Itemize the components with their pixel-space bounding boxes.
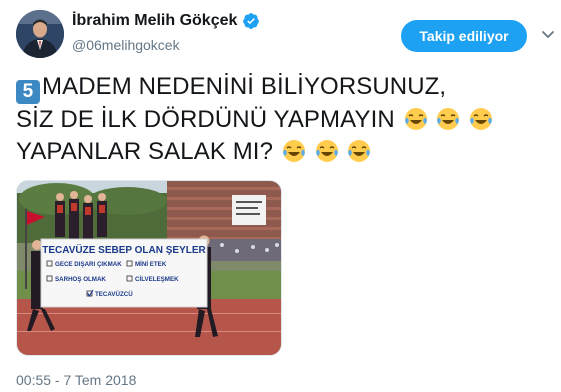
tweet-line-1-text: MADEM NEDENİNİ BİLİYORSUNUZ,	[42, 73, 447, 100]
tweet-line-3: YAPANLAR SALAK MI?	[16, 136, 546, 168]
verified-badge-icon	[243, 13, 260, 29]
banner-item-4: CİLVELEŞMEK	[135, 276, 179, 283]
tweet-text: 5 MADEM NEDENİNİ BİLİYORSUNUZ, SİZ DE İLK…	[16, 71, 546, 168]
tweet-line-2-text: SİZ DE İLK DÖRDÜNÜ YAPMAYIN	[16, 106, 395, 133]
tweet-line-1: 5 MADEM NEDENİNİ BİLİYORSUNUZ,	[16, 71, 546, 104]
avatar[interactable]	[16, 10, 64, 58]
chevron-down-icon[interactable]	[540, 26, 556, 42]
following-button[interactable]: Takip ediliyor	[401, 20, 527, 52]
tears-of-joy-emoji-icon	[315, 140, 338, 162]
banner-item-5: TECAVÜZCÜ	[95, 291, 133, 298]
tears-of-joy-emoji-icon	[470, 108, 493, 130]
display-name[interactable]: İbrahim Melih Gökçek	[72, 12, 237, 30]
tears-of-joy-emoji-icon	[437, 108, 460, 130]
banner-title: TECAVÜZE SEBEP OLAN ŞEYLER	[42, 243, 206, 256]
tears-of-joy-emoji-icon	[404, 108, 427, 130]
keycap-five-icon: 5	[16, 80, 40, 104]
user-handle[interactable]: @06melihgokcek	[72, 37, 180, 53]
emoji-group	[395, 106, 493, 133]
banner-item-3: SARHOŞ OLMAK	[55, 276, 106, 283]
tweet-card: İbrahim Melih Gökçek @06melihgokcek Taki…	[0, 0, 561, 392]
name-row: İbrahim Melih Gökçek	[72, 12, 260, 30]
banner-item-1: GECE DIŞARI ÇIKMAK	[55, 261, 122, 268]
tweet-photo[interactable]: TECAVÜZE SEBEP OLAN ŞEYLER GECE DIŞARI Ç…	[16, 180, 282, 356]
tweet-timestamp[interactable]: 00:55 - 7 Tem 2018	[16, 372, 136, 388]
tweet-line-3-text: YAPANLAR SALAK MI?	[16, 138, 274, 165]
banner-item-2: MİNİ ETEK	[135, 261, 167, 268]
emoji-group	[273, 138, 371, 165]
tears-of-joy-emoji-icon	[348, 140, 371, 162]
tweet-line-2: SİZ DE İLK DÖRDÜNÜ YAPMAYIN	[16, 104, 546, 136]
tears-of-joy-emoji-icon	[282, 140, 305, 162]
